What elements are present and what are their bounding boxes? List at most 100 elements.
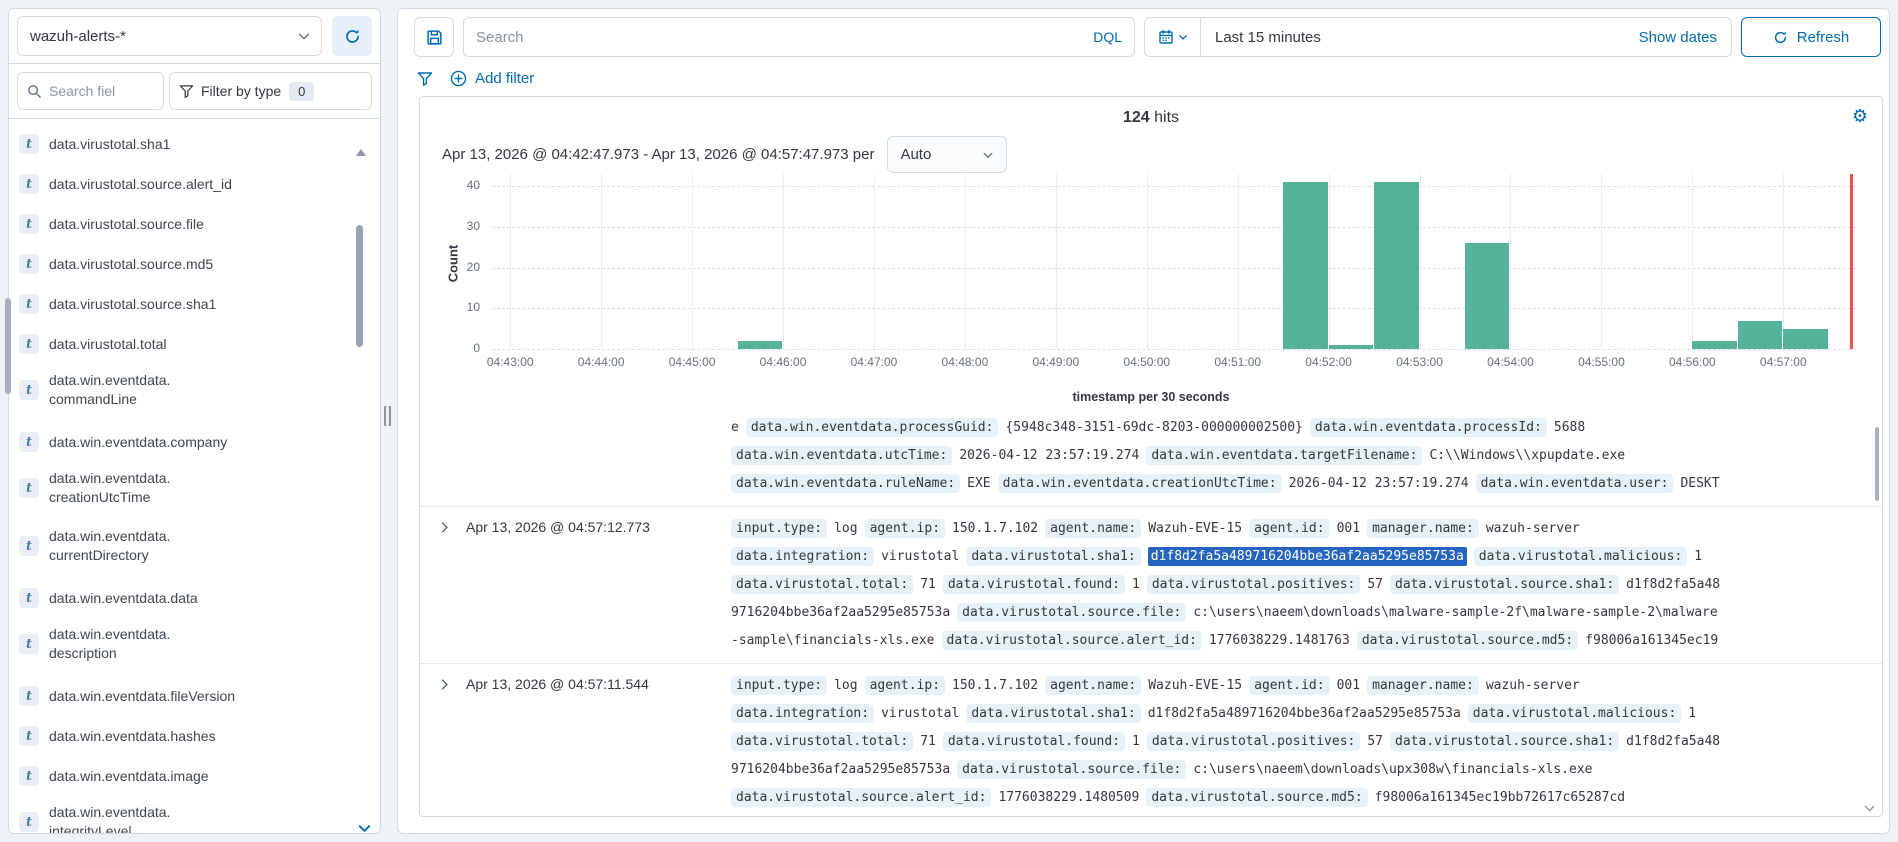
panel-resizer-handle[interactable] <box>384 406 391 426</box>
fields-toolbar: Search fiel Filter by type 0 <box>9 64 380 119</box>
field-name-line: data.win.eventdata. <box>49 470 171 486</box>
field-value: Wazuh-EVE-15 <box>1148 678 1243 693</box>
document-source: input.type: log agent.ip: 150.1.7.102 agent.… <box>731 515 1882 655</box>
search-fields-input[interactable]: Search fiel <box>17 72 164 110</box>
refresh-button[interactable]: Refresh <box>1741 17 1881 57</box>
search-query-input[interactable]: Search DQL <box>463 17 1135 57</box>
field-type-text-icon: t <box>19 812 39 832</box>
time-range-value[interactable]: Last 15 minutes <box>1201 29 1639 46</box>
field-item[interactable]: t data.win.eventdata.hashes <box>19 723 350 749</box>
field-name-badge: data.virustotal.positives: <box>1146 732 1361 751</box>
chevron-right-icon <box>438 521 466 534</box>
sidebar-scrollbar-thumb[interactable] <box>356 225 363 347</box>
field-type-text-icon: t <box>19 686 39 706</box>
x-gridline <box>510 174 512 349</box>
histogram-bar[interactable] <box>1465 243 1510 349</box>
field-item[interactable]: t data.win.eventdata. integrityLevel <box>19 803 350 834</box>
field-item[interactable]: t data.win.eventdata.data <box>19 585 350 611</box>
x-tick-label: 04:54:00 <box>1487 355 1534 369</box>
x-tick-label: 04:50:00 <box>1123 355 1171 369</box>
histogram-bar[interactable] <box>737 340 782 349</box>
field-value: wazuh-server <box>1485 521 1580 536</box>
field-name-badge: data.virustotal.source.md5: <box>1356 631 1579 650</box>
field-value: c:\users\naeem\downloads\malware-sample-… <box>1193 605 1718 620</box>
field-item[interactable]: t data.virustotal.source.file <box>19 211 350 237</box>
document-row: e data.win.eventdata.processGuid: {5948c34… <box>420 414 1882 507</box>
field-item[interactable]: t data.virustotal.source.md5 <box>19 251 350 277</box>
field-value: 2026-04-12 23:57:19.274 <box>959 448 1140 463</box>
field-value: 150.1.7.102 <box>952 521 1039 536</box>
gear-icon[interactable]: ⚙ <box>1852 107 1868 125</box>
filter-by-type-button[interactable]: Filter by type 0 <box>169 72 372 110</box>
y-gridline <box>492 349 1856 350</box>
histogram-bar[interactable] <box>1283 182 1328 349</box>
field-item[interactable]: t data.virustotal.source.sha1 <box>19 291 350 317</box>
field-value: 71 <box>920 577 936 592</box>
calendar-menu-button[interactable] <box>1145 18 1201 56</box>
documents-scrollbar-thumb[interactable] <box>1875 427 1879 501</box>
hits-label: hits <box>1154 109 1180 126</box>
field-name-badge: data.integration: <box>731 547 875 566</box>
field-name-badge: data.virustotal.source.file: <box>957 603 1187 622</box>
x-gridline <box>783 174 785 349</box>
query-language-button[interactable]: DQL <box>1093 29 1122 45</box>
window-scrollbar-thumb[interactable] <box>5 298 11 394</box>
field-item[interactable]: t data.win.eventdata.company <box>19 429 350 455</box>
field-item[interactable]: t data.win.eventdata. creationUtcTime <box>19 469 350 507</box>
field-name-line: data.virustotal.source.alert_id <box>49 175 232 192</box>
histogram-plot: 04:43:00 04:44:00 04:45:00 04:46:00 04:47:00… <box>487 174 1856 369</box>
histogram-bar[interactable] <box>1374 182 1419 349</box>
field-item[interactable]: t data.virustotal.total <box>19 331 350 357</box>
field-name-badge: data.virustotal.total: <box>731 732 914 751</box>
histogram-bar[interactable] <box>1783 328 1828 349</box>
field-value: 2026-04-12 23:57:19.274 <box>1288 476 1469 491</box>
time-picker: Last 15 minutes Show dates <box>1144 17 1732 57</box>
field-item[interactable]: t data.win.eventdata.fileVersion <box>19 683 350 709</box>
field-item[interactable]: t data.win.eventdata. currentDirectory <box>19 527 350 565</box>
scroll-up-arrow-icon[interactable] <box>356 149 366 156</box>
x-tick-label: 04:47:00 <box>850 355 898 369</box>
chevron-down-icon <box>1178 32 1188 42</box>
refresh-index-button[interactable] <box>332 16 372 56</box>
field-name: data.virustotal.sha1 <box>49 135 170 154</box>
x-gridline <box>1783 174 1785 349</box>
field-item[interactable]: t data.virustotal.source.alert_id <box>19 171 350 197</box>
field-name-line: data.win.eventdata.company <box>49 433 228 450</box>
field-item[interactable]: t data.win.eventdata. description <box>19 625 350 663</box>
save-query-button[interactable] <box>414 17 454 57</box>
x-gridline <box>692 174 694 349</box>
interval-select[interactable]: Auto <box>887 136 1008 173</box>
field-item[interactable]: t data.win.eventdata.image <box>19 763 350 789</box>
field-name-line: integrityLevel <box>49 823 132 834</box>
histogram-bar[interactable] <box>1328 344 1374 349</box>
documents-list: e data.win.eventdata.processGuid: {5948c34… <box>420 414 1882 816</box>
filter-count-badge: 0 <box>289 81 315 101</box>
y-gridline <box>492 186 1856 188</box>
documents-scroll-down-icon[interactable] <box>1863 802 1876 815</box>
fields-list: t data.virustotal.sha1 t data.virustotal.so… <box>9 119 380 834</box>
field-name-badge: data.virustotal.found: <box>942 732 1126 751</box>
histogram-bar[interactable] <box>1692 340 1737 349</box>
x-tick-label: 04:48:00 <box>941 355 989 369</box>
field-value: 001 <box>1336 521 1361 536</box>
histogram-bar[interactable] <box>1737 320 1783 349</box>
show-dates-button[interactable]: Show dates <box>1639 29 1731 46</box>
scroll-down-chevron-icon[interactable] <box>357 821 372 833</box>
expand-document-button[interactable] <box>420 672 466 812</box>
field-item[interactable]: t data.win.eventdata. commandLine <box>19 371 350 409</box>
document-row: Apr 13, 2026 @ 04:57:11.544 input.type: lo… <box>420 664 1882 816</box>
field-value: 57 <box>1367 734 1384 749</box>
x-tick-label: 04:51:00 <box>1214 355 1262 369</box>
field-name-badge: data.virustotal.source.alert_id: <box>941 631 1202 650</box>
field-name-line: data.win.eventdata. <box>49 528 171 544</box>
x-tick-label: 04:56:00 <box>1669 355 1716 369</box>
field-name: data.virustotal.source.md5 <box>49 255 213 274</box>
filter-funnel-icon[interactable] <box>417 71 433 87</box>
field-item[interactable]: t data.virustotal.sha1 <box>19 131 350 157</box>
expand-document-button[interactable] <box>420 515 466 655</box>
expand-document-button <box>420 414 466 498</box>
field-value: 1 <box>1132 734 1140 749</box>
index-pattern-select[interactable]: wazuh-alerts-* <box>17 16 322 56</box>
add-filter-button[interactable]: Add filter <box>450 70 534 87</box>
index-pattern-header: wazuh-alerts-* <box>9 9 380 64</box>
